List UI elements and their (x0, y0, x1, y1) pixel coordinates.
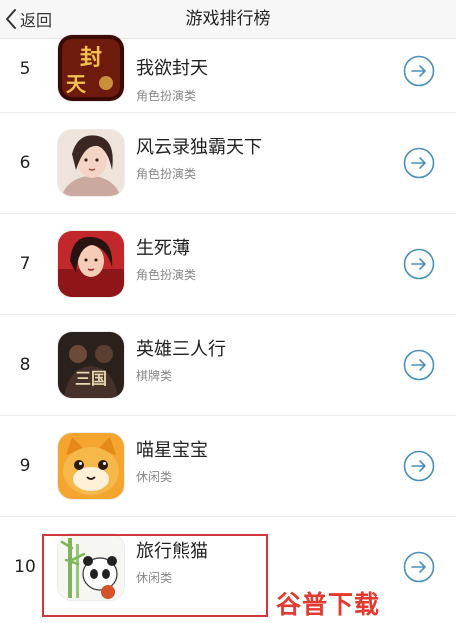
rank-number: 7 (19, 254, 31, 274)
game-category: 休闲类 (136, 470, 173, 484)
list-item[interactable]: 10 旅行熊猫 休闲类 (0, 517, 456, 617)
arrow-right-circle-icon[interactable] (403, 248, 435, 280)
game-icon-lv-xing-xiong-mao[interactable] (58, 534, 124, 600)
page-title: 游戏排行榜 (185, 9, 271, 29)
game-category: 角色扮演类 (136, 167, 197, 181)
arrow-right-circle-icon[interactable] (403, 349, 435, 381)
list-item[interactable]: 7 生死薄 角色扮演类 (0, 214, 456, 315)
arrow-right-circle-icon[interactable] (403, 55, 435, 87)
list-item[interactable]: 6 风云录独霸天下 角色扮演类 (0, 113, 456, 214)
rank-number: 8 (19, 355, 31, 375)
rank-number: 9 (19, 456, 31, 476)
rank-number: 5 (19, 59, 31, 79)
svg-text:天: 天 (66, 72, 87, 96)
chevron-left-icon (4, 8, 18, 30)
game-category: 棋牌类 (136, 369, 173, 383)
svg-text:三国: 三国 (75, 369, 107, 388)
nav-bar: 返回 游戏排行榜 (0, 0, 456, 39)
back-label: 返回 (20, 11, 53, 30)
game-name: 英雄三人行 (136, 339, 226, 360)
game-icon-feng-yun-lu[interactable] (58, 130, 124, 196)
game-category: 休闲类 (136, 571, 173, 585)
game-icon-sheng-si-bu[interactable] (58, 231, 124, 297)
arrow-right-circle-icon[interactable] (403, 551, 435, 583)
rank-number: 10 (14, 557, 36, 577)
game-name: 旅行熊猫 (136, 541, 208, 562)
arrow-right-circle-icon[interactable] (403, 450, 435, 482)
watermark-logo: 谷普下载 (276, 590, 381, 619)
game-ranking-list: 5 封 天 我欲封天 角色扮演类 6 风云录独霸天下 角色扮演类 7 生死薄 角… (0, 35, 456, 617)
game-icon-wo-yu-feng-tian[interactable]: 封 天 (58, 35, 124, 101)
arrow-right-circle-icon[interactable] (403, 147, 435, 179)
game-name: 我欲封天 (136, 58, 208, 79)
back-button[interactable]: 返回 (4, 4, 52, 34)
game-name: 风云录独霸天下 (136, 137, 262, 158)
svg-text:封: 封 (80, 45, 102, 71)
list-item[interactable]: 8 三国 英雄三人行 棋牌类 (0, 315, 456, 416)
game-icon-miao-xing-bao-bao[interactable] (58, 433, 124, 499)
game-category: 角色扮演类 (136, 89, 197, 103)
game-category: 角色扮演类 (136, 268, 197, 282)
game-name: 喵星宝宝 (136, 440, 208, 461)
list-item[interactable]: 5 封 天 我欲封天 角色扮演类 (0, 35, 456, 113)
list-item[interactable]: 9 喵星宝宝 休闲类 (0, 416, 456, 517)
rank-number: 6 (19, 153, 31, 173)
game-name: 生死薄 (136, 238, 190, 259)
game-icon-ying-xiong-san-ren-xing[interactable]: 三国 (58, 332, 124, 398)
